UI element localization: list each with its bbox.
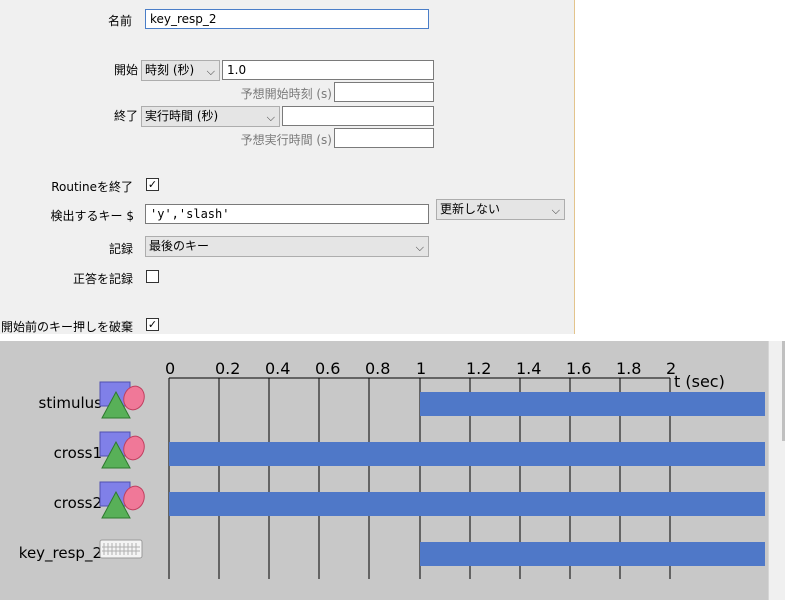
- separator: [0, 334, 785, 341]
- expected-duration-field[interactable]: [334, 128, 434, 148]
- tick-label: 0.4: [265, 359, 291, 378]
- allowed-keys-update-select[interactable]: 更新しない ⌵: [436, 199, 565, 220]
- name-field[interactable]: key_resp_2: [145, 9, 429, 29]
- start-value-field[interactable]: 1.0: [222, 60, 434, 80]
- chevron-down-icon: ⌵: [266, 111, 275, 124]
- shapes-icon: [99, 431, 145, 469]
- keyboard-icon: [99, 539, 143, 559]
- tick-label: 1.2: [466, 359, 492, 378]
- shapes-icon: [99, 481, 145, 519]
- store-correct-label: 正答を記録: [72, 272, 133, 286]
- allowed-keys-update-value: 更新しない: [440, 202, 501, 216]
- stop-value-field[interactable]: [282, 106, 434, 126]
- tick-label: 0.2: [215, 359, 241, 378]
- chevron-down-icon: ⌵: [415, 241, 424, 254]
- tick-label: 1.6: [566, 359, 592, 378]
- tick-label: 0.8: [365, 359, 391, 378]
- allowed-keys-field[interactable]: 'y','slash': [145, 204, 429, 224]
- tick-label: 0.6: [315, 359, 341, 378]
- start-label: 開始: [113, 63, 138, 77]
- force-end-label: Routineを終了: [51, 180, 133, 194]
- routine-timeline[interactable]: 0 0.2 0.4 0.6 0.8 1 1.2 1.4 1.6 1.8 2 t (sec) stim…: [0, 341, 785, 600]
- expected-duration-label: 予想実行時間 (s): [240, 133, 332, 147]
- component-name[interactable]: cross2: [2, 494, 102, 512]
- shapes-icon: [99, 381, 145, 419]
- stop-type-value: 実行時間 (秒): [145, 109, 219, 123]
- time-axis-label: t (sec): [674, 372, 725, 391]
- start-type-select[interactable]: 時刻 (秒) ⌵: [141, 60, 220, 81]
- name-label: 名前: [107, 14, 132, 28]
- tick-label: 1.8: [616, 359, 642, 378]
- store-value: 最後のキー: [149, 239, 210, 253]
- expected-start-field[interactable]: [334, 82, 434, 102]
- store-label: 記録: [108, 242, 133, 256]
- force-end-checkbox[interactable]: ✓: [146, 178, 159, 191]
- store-select[interactable]: 最後のキー ⌵: [145, 236, 429, 257]
- tick-label: 1.4: [516, 359, 542, 378]
- chevron-down-icon: ⌵: [206, 65, 215, 78]
- chevron-down-icon: ⌵: [551, 204, 560, 217]
- discard-prev-checkbox[interactable]: ✓: [146, 318, 159, 331]
- store-correct-checkbox[interactable]: [146, 270, 159, 283]
- component-properties-panel: 名前 key_resp_2 開始 時刻 (秒) ⌵ 1.0 予想開始時刻 (s)…: [0, 0, 575, 334]
- component-name[interactable]: key_resp_2: [2, 544, 102, 562]
- component-duration-bar[interactable]: [420, 542, 765, 566]
- expected-start-label: 予想開始時刻 (s): [240, 87, 332, 101]
- vertical-scrollbar[interactable]: [768, 341, 785, 600]
- component-duration-bar[interactable]: [420, 392, 765, 416]
- component-duration-bar[interactable]: [169, 442, 765, 466]
- stop-type-select[interactable]: 実行時間 (秒) ⌵: [141, 106, 280, 127]
- start-type-value: 時刻 (秒): [145, 63, 195, 77]
- background-area: [575, 0, 785, 334]
- component-name[interactable]: cross1: [2, 444, 102, 462]
- stop-label: 終了: [113, 109, 138, 123]
- discard-prev-label: 開始前のキー押しを破棄: [0, 320, 133, 334]
- tick-label: 0: [165, 359, 176, 378]
- allowed-keys-label: 検出するキー $: [50, 209, 134, 223]
- component-name[interactable]: stimulus: [2, 394, 102, 412]
- tick-label: 1: [416, 359, 427, 378]
- component-duration-bar[interactable]: [169, 492, 765, 516]
